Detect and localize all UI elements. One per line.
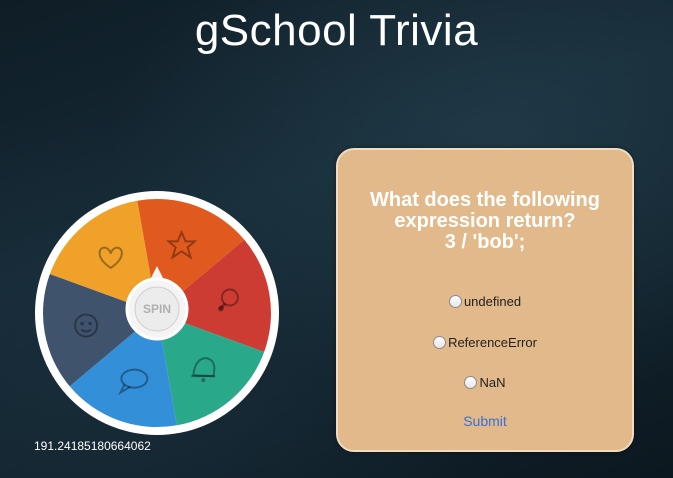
answer-label: ReferenceError: [448, 335, 537, 350]
question-line-2: expression return?: [394, 210, 576, 232]
answer-option-nan[interactable]: NaN: [338, 375, 632, 390]
answer-label: NaN: [479, 375, 506, 390]
answer-radio[interactable]: [433, 336, 447, 349]
answer-radio[interactable]: [448, 295, 462, 308]
rotation-readout: 191.24185180664062: [34, 439, 151, 453]
question-card: What does the following expression retur…: [336, 148, 634, 452]
submit-link[interactable]: Submit: [338, 413, 632, 429]
answer-label: undefined: [463, 294, 522, 309]
answer-radio[interactable]: [464, 376, 478, 389]
question-text: What does the following expression retur…: [338, 190, 632, 253]
trivia-wheel[interactable]: SPIN: [32, 188, 282, 438]
spin-label: SPIN: [143, 302, 171, 316]
question-line-1: What does the following: [370, 189, 600, 211]
page-title: gSchool Trivia: [194, 6, 479, 55]
answer-option-undefined[interactable]: undefined: [338, 294, 632, 309]
question-line-3: 3 / 'bob';: [444, 231, 526, 253]
answer-option-referenceerror[interactable]: ReferenceError: [338, 335, 632, 350]
